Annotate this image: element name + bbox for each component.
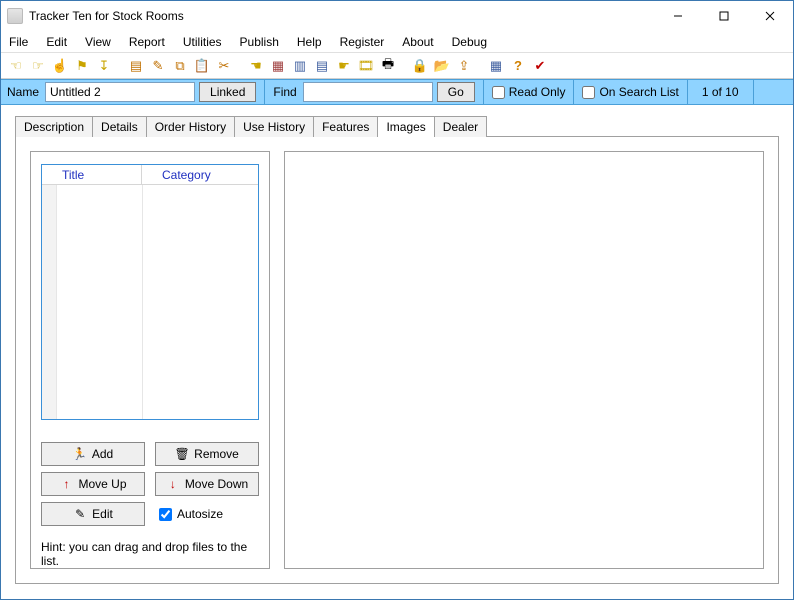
pin-icon[interactable]: ↧ [95,57,113,75]
menu-view[interactable]: View [85,35,111,49]
list-body[interactable] [42,185,258,419]
find-input[interactable] [303,82,433,102]
edit-label: Edit [92,507,113,521]
movedown-button[interactable]: ↓ Move Down [155,472,259,496]
tab-strip: Description Details Order History Use Hi… [15,115,779,136]
minimize-button[interactable] [655,1,701,31]
titlebar: Tracker Ten for Stock Rooms [1,1,793,31]
menu-edit[interactable]: Edit [46,35,67,49]
autosize-check-input[interactable] [159,508,172,521]
moveup-button[interactable]: ↑ Move Up [41,472,145,496]
tab-description[interactable]: Description [15,116,93,137]
onsearch-check-input[interactable] [582,86,595,99]
add-label: Add [92,447,113,461]
point-left-icon[interactable]: ☚ [247,57,265,75]
onsearch-checkbox[interactable]: On Search List [582,85,678,99]
left-panel: Title Category 🏃 Add 🗑 Remove ↑ Move Up ↓ Mo… [30,151,270,569]
hand-right-icon[interactable]: ☞ [29,57,47,75]
name-label: Name [1,85,45,99]
menu-debug[interactable]: Debug [452,35,487,49]
doc-paste-icon[interactable]: 📋 [193,57,211,75]
readonly-check-input[interactable] [492,86,505,99]
menu-publish[interactable]: Publish [240,35,279,49]
hint-text: Hint: you can drag and drop files to the… [41,540,259,568]
onsearch-label: On Search List [599,85,678,99]
hand-left-icon[interactable]: ☜ [7,57,25,75]
go-button[interactable]: Go [437,82,475,102]
moveup-label: Move Up [78,477,126,491]
grid3-icon[interactable]: ▤ [313,57,331,75]
doc-new-icon[interactable]: ▤ [127,57,145,75]
tab-use-history[interactable]: Use History [234,116,314,137]
folder-icon[interactable]: 📂 [433,57,451,75]
point-right-icon[interactable]: ☛ [335,57,353,75]
doc-edit-icon[interactable]: ✎ [149,57,167,75]
arrow-down-icon: ↓ [166,477,180,491]
close-button[interactable] [747,1,793,31]
menu-register[interactable]: Register [340,35,385,49]
menu-file[interactable]: File [9,35,28,49]
hand-up-icon[interactable]: ☝ [51,57,69,75]
menu-utilities[interactable]: Utilities [183,35,222,49]
menu-help[interactable]: Help [297,35,322,49]
menu-about[interactable]: About [402,35,433,49]
app-icon [7,8,23,24]
col-title[interactable]: Title [42,165,142,184]
col-category[interactable]: Category [142,165,258,184]
namebar: Name Linked Find Go Read Only On Search … [1,79,793,105]
preview-panel [284,151,764,569]
grid1-icon[interactable]: ▦ [269,57,287,75]
grid2-icon[interactable]: ▥ [291,57,309,75]
lock-icon[interactable]: 🔒 [411,57,429,75]
doc-tool-icon[interactable]: ✂ [215,57,233,75]
remove-label: Remove [194,447,239,461]
tab-order-history[interactable]: Order History [146,116,235,137]
tab-features[interactable]: Features [313,116,378,137]
tab-content: Title Category 🏃 Add 🗑 Remove ↑ Move Up ↓ Mo… [15,136,779,584]
tab-dealer[interactable]: Dealer [434,116,487,137]
tab-details[interactable]: Details [92,116,147,137]
check-icon[interactable]: ✔ [531,57,549,75]
linked-button[interactable]: Linked [199,82,256,102]
tab-images[interactable]: Images [377,116,434,137]
list-header: Title Category [42,165,258,185]
readonly-checkbox[interactable]: Read Only [492,85,566,99]
doc-copy-icon[interactable]: ⧉ [171,57,189,75]
help-icon[interactable]: ? [509,57,527,75]
autosize-label: Autosize [177,507,223,521]
image-list[interactable]: Title Category [41,164,259,420]
name-input[interactable] [45,82,195,102]
toolbar: ☜ ☞ ☝ ⚑ ↧ ▤ ✎ ⧉ 📋 ✂ ☚ ▦ ▥ ▤ ☛ 🎞 🖶 🔒 📂 ⇪ … [1,53,793,79]
person-icon: 🏃 [73,447,87,461]
print-icon[interactable]: 🖶 [379,57,397,75]
remove-button[interactable]: 🗑 Remove [155,442,259,466]
edit-button[interactable]: ✎ Edit [41,502,145,526]
readonly-label: Read Only [509,85,566,99]
flag-icon[interactable]: ⚑ [73,57,91,75]
arrow-up-icon: ↑ [59,477,73,491]
table-icon[interactable]: ▦ [487,57,505,75]
movedown-label: Move Down [185,477,248,491]
export-icon[interactable]: ⇪ [455,57,473,75]
menu-report[interactable]: Report [129,35,165,49]
maximize-button[interactable] [701,1,747,31]
record-counter: 1 of 10 [696,85,745,99]
window-title: Tracker Ten for Stock Rooms [29,9,655,23]
edit-icon: ✎ [73,507,87,521]
autosize-checkbox[interactable]: Autosize [155,502,259,526]
find-label: Find [273,85,302,99]
menubar: File Edit View Report Utilities Publish … [1,31,793,53]
trash-icon: 🗑 [175,447,189,461]
film-icon[interactable]: 🎞 [357,57,375,75]
add-button[interactable]: 🏃 Add [41,442,145,466]
